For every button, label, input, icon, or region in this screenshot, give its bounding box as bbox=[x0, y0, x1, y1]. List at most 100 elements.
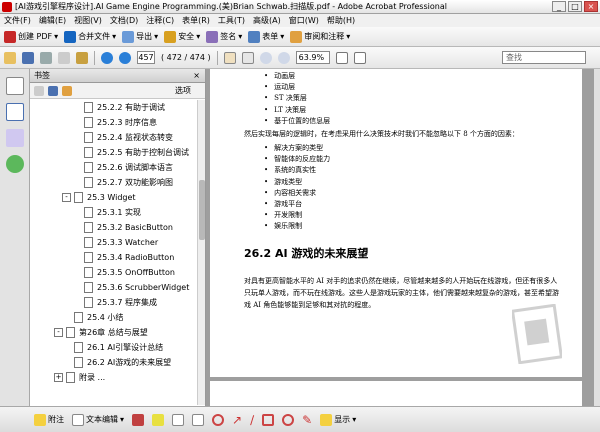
sticky-note-button[interactable]: 附注 bbox=[34, 413, 64, 426]
bookmark-label: 25.3 Widget bbox=[87, 193, 136, 202]
bookmark-item[interactable]: 25.2.7 双功能影响图 bbox=[84, 175, 173, 190]
bookmark-item[interactable]: 25.3.7 程序集成 bbox=[84, 295, 157, 310]
zoom-level-input[interactable]: 63.9% bbox=[295, 51, 330, 64]
fit-page-icon[interactable] bbox=[335, 51, 348, 64]
help-tab-icon[interactable] bbox=[5, 155, 24, 173]
hand-tool-icon[interactable] bbox=[223, 51, 236, 64]
zoom-out-icon[interactable] bbox=[259, 51, 272, 64]
show-button[interactable]: 显示 ▾ bbox=[320, 413, 356, 426]
signatures-tab-icon[interactable] bbox=[5, 129, 24, 147]
zoom-in-icon[interactable] bbox=[277, 51, 290, 64]
bookmark-page-icon bbox=[84, 267, 93, 278]
expand-toggle-icon[interactable]: + bbox=[54, 373, 63, 382]
bookmark-item[interactable]: 25.4 小结 bbox=[74, 310, 123, 325]
bookmark-item[interactable]: 26.2 AI游戏的未来展望 bbox=[74, 355, 171, 370]
page-number-input[interactable]: 457 bbox=[137, 51, 155, 64]
next-page-icon[interactable] bbox=[119, 51, 131, 64]
bookmark-item[interactable]: 25.2.6 调试脚本语言 bbox=[84, 160, 173, 175]
bookmark-item[interactable]: 25.3.3 Watcher bbox=[84, 235, 158, 250]
page-count-label: ( 472 / 474 ) bbox=[161, 53, 211, 62]
secure-button[interactable]: 安全 ▾ bbox=[164, 30, 200, 43]
menu-view[interactable]: 视图(V) bbox=[74, 15, 102, 26]
create-pdf-button[interactable]: 创建 PDF ▾ bbox=[4, 30, 58, 43]
bookmarks-tab-icon[interactable] bbox=[5, 103, 24, 121]
toolbar-separator bbox=[94, 50, 95, 65]
bookmark-page-icon bbox=[74, 357, 83, 368]
highlight-icon[interactable] bbox=[152, 413, 165, 426]
menu-tools[interactable]: 工具(T) bbox=[218, 15, 245, 26]
panel-title: 书签 bbox=[34, 71, 50, 80]
text-edit-icon bbox=[72, 413, 84, 426]
bookmark-page-icon bbox=[74, 342, 83, 353]
bookmark-page-icon bbox=[84, 117, 93, 128]
menu-window[interactable]: 窗口(W) bbox=[289, 15, 319, 26]
panel-close-button[interactable]: × bbox=[193, 69, 200, 83]
save-icon[interactable] bbox=[22, 51, 34, 64]
minimize-button[interactable]: _ bbox=[552, 1, 566, 12]
collapse-toggle-icon[interactable]: - bbox=[62, 193, 71, 202]
menu-comments[interactable]: 注释(C) bbox=[146, 15, 174, 26]
bookmark-item[interactable]: 25.3.6 ScrubberWidget bbox=[84, 280, 189, 295]
bookmark-item[interactable]: 25.3.4 RadioButton bbox=[84, 250, 174, 265]
close-button[interactable]: × bbox=[584, 1, 598, 12]
rectangle-icon[interactable] bbox=[262, 413, 275, 426]
bookmark-label: 25.2.2 有助于调试 bbox=[97, 103, 165, 112]
maximize-button[interactable]: □ bbox=[568, 1, 582, 12]
cloud-icon[interactable] bbox=[212, 413, 225, 426]
bookmark-item[interactable]: 25.2.3 时序信息 bbox=[84, 115, 157, 130]
pencil-icon[interactable]: ✎ bbox=[302, 413, 312, 427]
menu-forms[interactable]: 表单(R) bbox=[182, 15, 210, 26]
collapse-toggle-icon[interactable]: - bbox=[54, 328, 63, 337]
bookmark-item[interactable]: 25.3.2 BasicButton bbox=[84, 220, 173, 235]
menu-file[interactable]: 文件(F) bbox=[4, 15, 31, 26]
scroll-thumb[interactable] bbox=[199, 180, 205, 240]
review-comment-button[interactable]: 审阅和注释 ▾ bbox=[290, 30, 350, 43]
open-folder-icon[interactable] bbox=[4, 51, 16, 64]
oval-icon[interactable] bbox=[282, 413, 295, 426]
bookmark-item[interactable]: 25.2.4 监视状态转变 bbox=[84, 130, 173, 145]
new-bookmark-icon[interactable] bbox=[48, 85, 58, 96]
combine-files-button[interactable]: 合并文件 ▾ bbox=[64, 30, 116, 43]
bookmark-item[interactable]: 26.1 AI引擎设计总结 bbox=[74, 340, 163, 355]
textbox-icon[interactable] bbox=[192, 413, 205, 426]
menu-help[interactable]: 帮助(H) bbox=[327, 15, 355, 26]
fit-width-icon[interactable] bbox=[353, 51, 366, 64]
document-scrollbar[interactable] bbox=[594, 69, 600, 406]
expand-bookmark-icon[interactable] bbox=[62, 85, 72, 96]
export-button[interactable]: 导出 ▾ bbox=[122, 30, 158, 43]
bookmark-item[interactable]: 25.3.1 实现 bbox=[84, 205, 141, 220]
bookmark-item[interactable]: 25.3.5 OnOffButton bbox=[84, 265, 175, 280]
print-icon[interactable] bbox=[40, 51, 52, 64]
menu-document[interactable]: 文档(D) bbox=[110, 15, 138, 26]
bookmark-page-icon bbox=[84, 207, 93, 218]
search-input[interactable]: 查找 bbox=[502, 51, 586, 64]
bookmark-item[interactable]: 25.2.5 有助于控制台调试 bbox=[84, 145, 189, 160]
menu-advanced[interactable]: 高级(A) bbox=[253, 15, 281, 26]
line-icon[interactable]: ∕ bbox=[250, 413, 254, 427]
pages-tab-icon[interactable] bbox=[5, 77, 24, 95]
bookmark-item[interactable]: - 25.3 Widget bbox=[62, 190, 136, 205]
factor-list: 解决方案的类型智能体的反应能力系统的真实性游戏类型内容相关需求游戏平台开发限制娱… bbox=[264, 143, 330, 233]
callout-icon[interactable] bbox=[172, 413, 185, 426]
menu-edit[interactable]: 编辑(E) bbox=[39, 15, 66, 26]
select-tool-icon[interactable] bbox=[241, 51, 254, 64]
bookmark-page-icon bbox=[84, 282, 93, 293]
bookmark-item[interactable]: + 附录 ... bbox=[54, 370, 105, 385]
bullet-item: 娱乐限制 bbox=[264, 221, 330, 232]
bookmark-item[interactable]: 25.2.2 有助于调试 bbox=[84, 100, 165, 115]
bookmark-label: 25.3.3 Watcher bbox=[97, 238, 159, 247]
previous-page-icon[interactable] bbox=[101, 51, 113, 64]
bookmark-scrollbar[interactable] bbox=[197, 100, 205, 405]
email-icon[interactable] bbox=[58, 51, 70, 64]
search-icon[interactable] bbox=[76, 51, 88, 64]
delete-bookmark-icon[interactable] bbox=[34, 85, 44, 96]
sign-button[interactable]: 签名 ▾ bbox=[206, 30, 242, 43]
bookmark-item[interactable]: - 第26章 总结与展望 bbox=[54, 325, 148, 340]
bookmark-label: 25.3.7 程序集成 bbox=[97, 298, 157, 307]
options-menu[interactable]: 选项 bbox=[175, 85, 191, 96]
forms-button[interactable]: 表单 ▾ bbox=[248, 30, 284, 43]
window-title: [AI游戏引擎程序设计].AI Game Engine Programming.… bbox=[15, 2, 447, 11]
stamp-icon[interactable] bbox=[132, 413, 145, 426]
text-edit-button[interactable]: 文本编辑 ▾ bbox=[72, 413, 124, 426]
arrow-icon[interactable]: ↗ bbox=[232, 413, 242, 427]
